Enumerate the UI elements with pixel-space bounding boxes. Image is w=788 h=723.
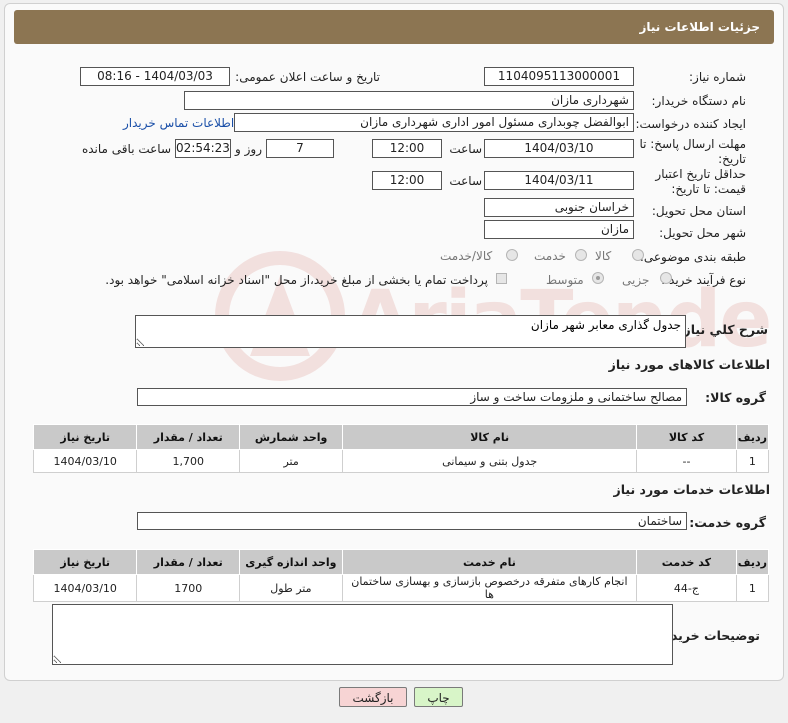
cell-code: -- [636, 449, 737, 473]
treasury-payment-checkbox[interactable] [496, 273, 507, 284]
col-qty: تعداد / مقدار [136, 549, 241, 575]
col-unit: واحد شمارش [239, 424, 344, 450]
cell-date: 1404/03/10 [32, 449, 138, 473]
process-radio-medium[interactable] [592, 272, 604, 284]
page-title: جزئیات اطلاعات نیاز [639, 20, 760, 34]
buyer-notes-textarea[interactable] [52, 604, 673, 665]
need-number-label: شماره نیاز: [689, 70, 746, 84]
goods-group-field[interactable]: مصالح ساختمانی و ملزومات ساخت و ساز [137, 388, 687, 406]
cell-name: جدول بتنی و سیمانی [342, 449, 638, 473]
reply-time-label: ساعت [449, 142, 482, 156]
col-qty: تعداد / مقدار [136, 424, 241, 450]
treasury-payment-note: پرداخت تمام یا بخشی از مبلغ خرید،از محل … [105, 273, 488, 287]
reply-date-field[interactable]: 1404/03/10 [484, 139, 634, 158]
table-row: 1 -- جدول بتنی و سیمانی متر 1,700 1404/0… [32, 449, 770, 473]
province-field[interactable]: خراسان جنوبی [484, 198, 634, 217]
category-option-service: خدمت [534, 249, 566, 263]
need-number-field[interactable]: 1104095113000001 [484, 67, 634, 86]
services-table-header: ردیف کد خدمت نام خدمت واحد اندازه گیری ت… [32, 549, 770, 575]
cell-qty: 1,700 [136, 449, 241, 473]
city-field[interactable]: مازان [484, 220, 634, 239]
process-option-minor: جزیی [622, 273, 650, 287]
process-label: نوع فرآیند خرید : [661, 273, 746, 287]
services-section-title: اطلاعات خدمات مورد نیاز [613, 482, 771, 497]
announce-field[interactable]: 1404/03/03 - 08:16 [80, 67, 230, 86]
remaining-time-field: 02:54:23 [175, 139, 231, 158]
category-radio-goods[interactable] [632, 249, 644, 261]
cell-row: 1 [735, 449, 770, 473]
process-radio-minor[interactable] [660, 272, 672, 284]
back-button[interactable]: بازگشت [339, 687, 407, 707]
price-date-field[interactable]: 1404/03/11 [484, 171, 634, 190]
category-radio-service[interactable] [575, 249, 587, 261]
table-row: 1 ج-44 انجام کارهای متفرقه درخصوص بازساز… [32, 574, 770, 602]
services-table: ردیف کد خدمت نام خدمت واحد اندازه گیری ت… [32, 549, 770, 602]
days-field[interactable]: 7 [266, 139, 334, 158]
col-code: کد خدمت [636, 549, 737, 575]
col-name: نام خدمت [341, 549, 638, 575]
announce-label: تاریخ و ساعت اعلان عمومی: [235, 70, 380, 84]
cell-code: ج-44 [636, 574, 737, 602]
contact-buyer-link[interactable]: اطلاعات تماس خریدار [123, 116, 234, 130]
cell-unit: متر طول [239, 574, 343, 602]
col-date: تاریخ نیاز [32, 549, 138, 575]
city-label: شهر محل تحویل: [659, 226, 746, 240]
remaining-label: ساعت باقی مانده [81, 142, 171, 156]
col-unit: واحد اندازه گیری [239, 549, 343, 575]
summary-textarea[interactable]: جدول گذاری معابر شهر مازان [135, 315, 686, 348]
col-row: ردیف [735, 549, 770, 575]
buyer-org-field[interactable]: شهرداری مازان [184, 91, 634, 110]
goods-table-header: ردیف کد کالا نام کالا واحد شمارش تعداد /… [32, 424, 770, 450]
col-date: تاریخ نیاز [32, 424, 138, 450]
cell-row: 1 [735, 574, 770, 602]
category-option-goods: کالا [595, 249, 612, 263]
page-header: جزئیات اطلاعات نیاز [14, 10, 774, 44]
services-group-field[interactable]: ساختمان [137, 512, 687, 530]
goods-section-title: اطلاعات کالاهای مورد نیاز [608, 357, 770, 372]
creator-label: ایجاد کننده درخواست: [635, 117, 746, 131]
cell-name: انجام کارهای متفرقه درخصوص بازسازی و بهس… [341, 574, 638, 602]
cell-qty: 1700 [136, 574, 241, 602]
goods-table: ردیف کد کالا نام کالا واحد شمارش تعداد /… [32, 424, 770, 473]
col-row: ردیف [735, 424, 770, 450]
col-name: نام کالا [342, 424, 638, 450]
cell-unit: متر [239, 449, 344, 473]
days-label: روز و [235, 142, 262, 156]
print-button[interactable]: چاپ [414, 687, 463, 707]
reply-time-field[interactable]: 12:00 [372, 139, 442, 158]
cell-date: 1404/03/10 [32, 574, 138, 602]
price-time-field[interactable]: 12:00 [372, 171, 442, 190]
creator-field[interactable]: ابوالفضل چوبداری مسئول امور اداری شهردار… [234, 113, 634, 132]
services-group-label: گروه خدمت: [689, 515, 766, 530]
price-validity-label: حداقل تاریخ اعتبار قیمت: تا تاریخ: [655, 167, 746, 196]
summary-label: شرح کلي نياز: [678, 322, 768, 337]
reply-deadline-label: مهلت ارسال پاسخ: تا تاریخ: [639, 137, 746, 166]
goods-group-label: گروه کالا: [705, 390, 766, 405]
col-code: کد کالا [636, 424, 737, 450]
category-label: طبقه بندی موضوعی: [639, 250, 746, 264]
process-option-medium: متوسط [546, 273, 584, 287]
category-radio-goods-service[interactable] [506, 249, 518, 261]
price-time-label: ساعت [449, 174, 482, 188]
buyer-org-label: نام دستگاه خریدار: [651, 94, 747, 108]
category-option-goods-service: کالا/خدمت [440, 249, 493, 263]
province-label: استان محل تحویل: [651, 204, 746, 218]
